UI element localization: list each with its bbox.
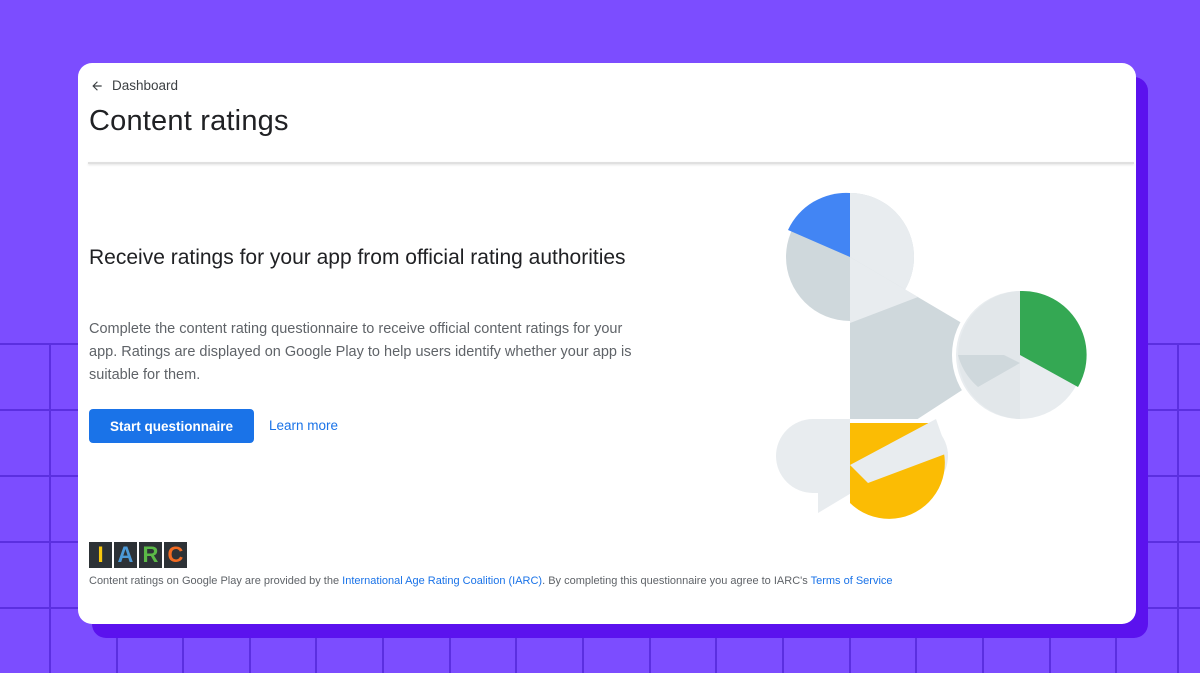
right-circle-graphic xyxy=(952,287,1088,423)
learn-more-link[interactable]: Learn more xyxy=(269,418,338,433)
back-link-label: Dashboard xyxy=(112,78,179,93)
iarc-letter-a: A xyxy=(114,542,137,568)
back-to-dashboard-link[interactable]: Dashboard xyxy=(90,78,178,93)
iarc-logo: I A R C xyxy=(89,542,187,568)
terms-of-service-link[interactable]: Terms of Service xyxy=(811,575,893,587)
arrow-back-icon xyxy=(92,80,102,91)
ratings-illustration xyxy=(776,192,1088,519)
iarc-letter-r: R xyxy=(139,542,162,568)
section-headline: Receive ratings for your app from offici… xyxy=(89,246,626,269)
header-divider xyxy=(88,162,1134,164)
iarc-letter-i: I xyxy=(89,542,112,568)
iarc-link[interactable]: International Age Rating Coalition (IARC… xyxy=(342,575,542,587)
content-ratings-card: Dashboard Content ratings Receive rating… xyxy=(78,63,1136,624)
section-description: Complete the content rating questionnair… xyxy=(89,321,632,383)
footer-middle: . By completing this questionnaire you a… xyxy=(542,575,811,587)
footer-prefix: Content ratings on Google Play are provi… xyxy=(89,575,343,587)
iarc-footer-text: Content ratings on Google Play are provi… xyxy=(89,575,1119,587)
speech-bubble-graphic xyxy=(776,419,948,519)
page-title: Content ratings xyxy=(89,105,289,137)
start-questionnaire-button[interactable]: Start questionnaire xyxy=(89,409,254,443)
iarc-letter-c: C xyxy=(164,542,187,568)
